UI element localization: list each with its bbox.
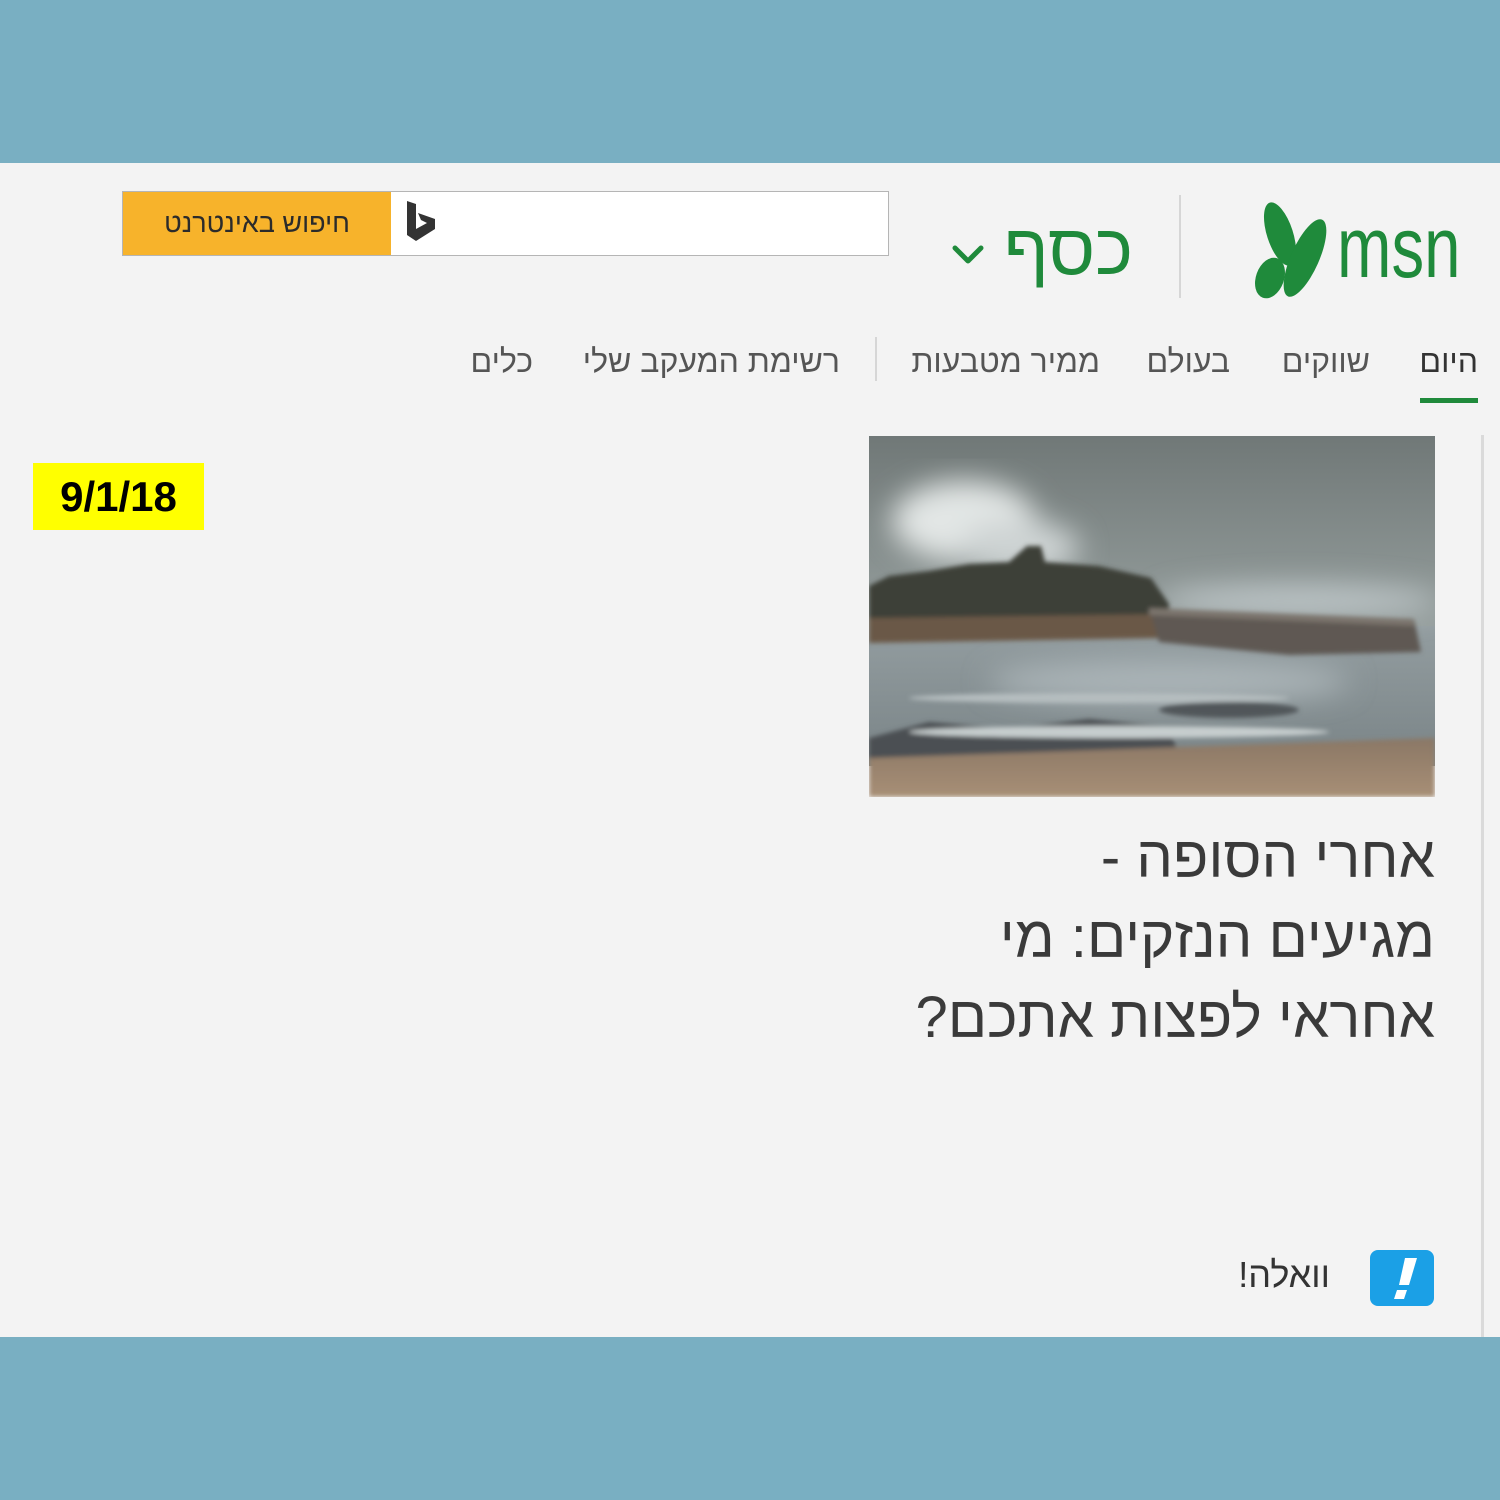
nav-divider (875, 337, 877, 381)
bing-icon (407, 201, 435, 241)
tab-markets[interactable]: שווקים (1282, 345, 1370, 377)
date-badge: 9/1/18 (33, 463, 204, 530)
header-divider (1179, 195, 1181, 298)
msn-logo-text[interactable]: msn (1337, 205, 1460, 291)
article-source-name: וואלה! (1238, 1254, 1330, 1295)
article-image[interactable] (869, 436, 1435, 797)
web-search-input[interactable] (445, 192, 883, 255)
chevron-down-icon[interactable] (950, 241, 986, 269)
frame-bottom-band (0, 1337, 1500, 1500)
section-selector-label[interactable]: כסף (1004, 214, 1133, 286)
web-search-box: חיפוש באינטרנט (122, 191, 889, 256)
web-search-button[interactable]: חיפוש באינטרנט (123, 192, 391, 255)
headline-line[interactable]: מגיעים הנזקים: מי (915, 898, 1435, 978)
msn-butterfly-icon[interactable] (1248, 198, 1334, 303)
msn-money-page: msn כסף חיפוש באינטרנט היום שווקים בעולם… (0, 163, 1500, 1337)
tab-tools[interactable]: כלים (471, 345, 533, 377)
walla-logo-icon (1370, 1250, 1434, 1306)
headline-line[interactable]: אחרי הסופה - (915, 818, 1435, 898)
tab-today[interactable]: היום (1419, 345, 1478, 377)
active-tab-indicator (1420, 398, 1478, 403)
article-headline-link[interactable]: אחרי הסופה - מגיעים הנזקים: מי אחראי לפצ… (915, 818, 1435, 1058)
tab-world[interactable]: בעולם (1147, 345, 1230, 377)
frame-top-band (0, 0, 1500, 163)
tab-currency-converter[interactable]: ממיר מטבעות (911, 345, 1100, 377)
tab-my-watchlist[interactable]: רשימת המעקב שלי (583, 345, 840, 377)
headline-line[interactable]: אחראי לפצות אתכם? (915, 978, 1435, 1058)
right-rail-divider (1481, 435, 1484, 1337)
